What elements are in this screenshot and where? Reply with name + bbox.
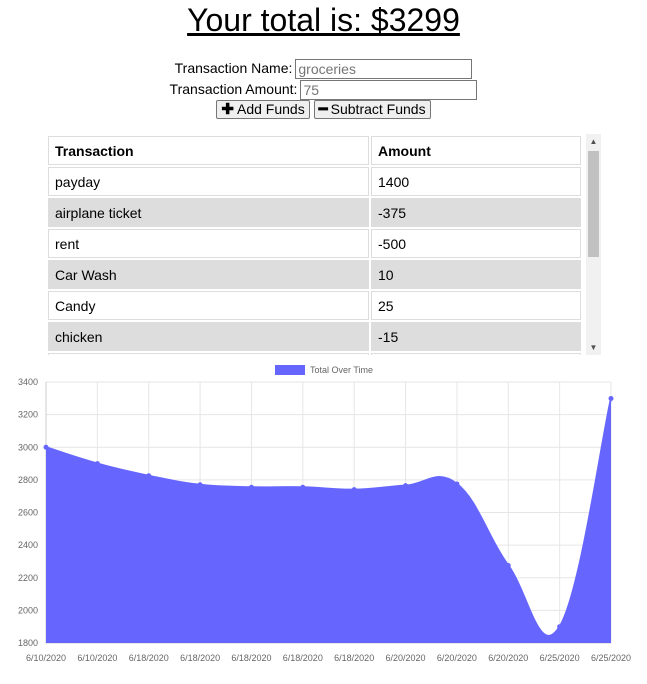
table-scrollbar[interactable]: ▲ ▼: [586, 134, 601, 355]
plus-icon: ✚: [221, 101, 234, 118]
x-tick-label: 6/18/2020: [283, 653, 323, 663]
column-header-transaction: Transaction: [48, 136, 369, 165]
data-point: [454, 481, 460, 487]
data-point: [351, 487, 357, 493]
scroll-up-arrow-icon[interactable]: ▲: [586, 134, 601, 149]
x-tick-label: 6/18/2020: [334, 653, 374, 663]
data-point: [557, 624, 563, 630]
table-row: Car Wash 10: [48, 260, 581, 289]
data-point: [248, 484, 254, 490]
transaction-amount-cell: -15: [371, 322, 581, 351]
x-tick-label: 6/10/2020: [77, 653, 117, 663]
y-tick-label: 2400: [18, 540, 38, 550]
transaction-name-cell: rent: [48, 229, 369, 258]
data-point: [403, 483, 409, 489]
table-row: chicken -15: [48, 322, 581, 351]
transaction-amount-cell: -500: [371, 229, 581, 258]
data-point: [94, 461, 100, 467]
name-row: Transaction Name:: [0, 58, 647, 80]
data-point: [608, 395, 614, 401]
subtract-funds-label: Subtract Funds: [330, 101, 426, 117]
scrollbar-thumb[interactable]: [588, 151, 599, 257]
y-tick-label: 2800: [18, 475, 38, 485]
y-tick-label: 3200: [18, 410, 38, 420]
transaction-name-cell: airplane ticket: [48, 198, 369, 227]
y-tick-label: 1800: [18, 638, 38, 648]
x-tick-label: 6/25/2020: [540, 653, 580, 663]
transaction-amount-cell: 25: [371, 291, 581, 320]
table-row: rent -500: [48, 229, 581, 258]
add-funds-label: Add Funds: [237, 101, 305, 117]
x-tick-label: 6/20/2020: [488, 653, 528, 663]
chart-svg: 1800 2000 2200 2400 2600 2800 3000 3200 3400 6/10…: [18, 365, 631, 663]
add-funds-button[interactable]: ✚ Add Funds: [216, 100, 310, 119]
minus-icon: ━: [318, 101, 328, 118]
transaction-name-cell: Car Wash: [48, 260, 369, 289]
x-tick-label: 6/10/2020: [26, 653, 66, 663]
x-tick-label: 6/18/2020: [231, 653, 271, 663]
column-header-amount: Amount: [371, 136, 581, 165]
y-tick-label: 3400: [18, 377, 38, 387]
transaction-amount-cell: -375: [371, 198, 581, 227]
x-tick-label: 6/20/2020: [386, 653, 426, 663]
x-tick-label: 6/25/2020: [591, 653, 631, 663]
y-tick-label: 2200: [18, 573, 38, 583]
y-tick-label: 2000: [18, 605, 38, 615]
y-tick-label: 3000: [18, 442, 38, 452]
legend-label: Total Over Time: [310, 365, 373, 375]
y-tick-label: 2600: [18, 508, 38, 518]
data-point: [197, 482, 203, 488]
transaction-amount-cell: [371, 353, 581, 355]
amount-row: Transaction Amount:: [0, 79, 647, 101]
data-point: [300, 484, 306, 490]
legend-swatch: [275, 365, 305, 375]
data-point: [146, 473, 152, 479]
transaction-amount-input[interactable]: [300, 80, 478, 101]
table-row: payday 1400: [48, 167, 581, 196]
transaction-name-cell: [48, 353, 369, 355]
transaction-amount-cell: 1400: [371, 167, 581, 196]
transaction-name-input[interactable]: [295, 59, 473, 80]
transaction-amount-cell: 10: [371, 260, 581, 289]
total-heading: Your total is: $3299: [187, 2, 460, 38]
x-tick-label: 6/20/2020: [437, 653, 477, 663]
data-point: [505, 563, 511, 569]
table-row: Candy 25: [48, 291, 581, 320]
x-tick-label: 6/18/2020: [129, 653, 169, 663]
x-tick-label: 6/18/2020: [180, 653, 220, 663]
scroll-down-arrow-icon[interactable]: ▼: [586, 340, 601, 355]
total-over-time-chart: 1800 2000 2200 2400 2600 2800 3000 3200 3400 6/10…: [0, 360, 647, 679]
table-header-row: Transaction Amount: [48, 136, 581, 165]
table-row: airplane ticket -375: [48, 198, 581, 227]
transaction-name-cell: Candy: [48, 291, 369, 320]
transaction-name-cell: chicken: [48, 322, 369, 351]
transaction-form: Transaction Name: Transaction Amount: ✚A…: [0, 58, 647, 119]
series-area: [46, 398, 611, 643]
button-row: ✚ Add Funds ━ Subtract Funds: [0, 100, 647, 119]
amount-label: Transaction Amount:: [169, 81, 298, 97]
transaction-table-container[interactable]: Transaction Amount payday 1400 airplane t…: [46, 134, 601, 355]
table-row: [48, 353, 581, 355]
name-label: Transaction Name:: [174, 60, 293, 76]
transaction-name-cell: payday: [48, 167, 369, 196]
subtract-funds-button[interactable]: ━ Subtract Funds: [313, 100, 431, 119]
data-point: [43, 444, 49, 450]
transaction-table: Transaction Amount payday 1400 airplane t…: [46, 134, 583, 355]
